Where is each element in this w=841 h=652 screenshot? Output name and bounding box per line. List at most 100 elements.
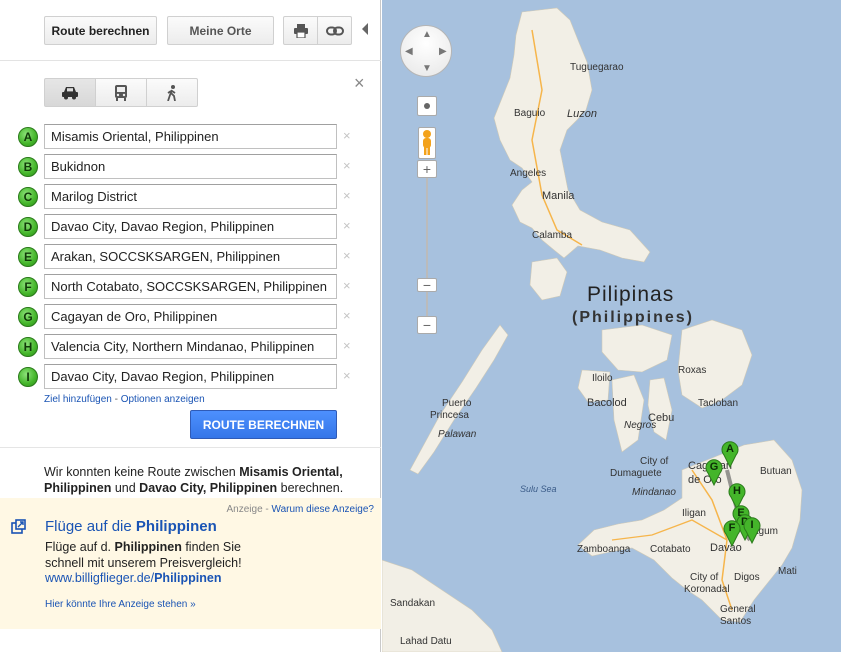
- waypoint-row: A×: [18, 124, 358, 150]
- travel-mode-selector: [44, 78, 198, 107]
- print-button[interactable]: [283, 16, 318, 45]
- ad-separator: -: [262, 504, 272, 515]
- route-button[interactable]: Route berechnen: [44, 16, 157, 45]
- waypoint-marker-icon[interactable]: B: [18, 157, 38, 177]
- waypoint-marker-icon[interactable]: A: [18, 127, 38, 147]
- map-place-label: Lahad Datu: [400, 636, 452, 647]
- map-place-label: Dumaguete: [610, 468, 662, 479]
- waypoint-input[interactable]: [44, 304, 337, 329]
- transit-icon: [115, 84, 127, 101]
- map-place-label: Bacolod: [587, 397, 627, 409]
- collapse-panel-icon[interactable]: [362, 23, 368, 35]
- add-destination-link[interactable]: Ziel hinzufügen: [44, 394, 112, 405]
- ad-url-link[interactable]: www.billigflieger.de/Philippinen: [45, 571, 221, 585]
- dot-icon: [424, 103, 430, 109]
- waypoint-input[interactable]: [44, 244, 337, 269]
- map-place-label: Calamba: [532, 230, 573, 241]
- printer-icon: [293, 23, 308, 38]
- error-text-1: Wir konnten keine Route zwischen: [44, 465, 240, 479]
- external-link-icon[interactable]: [11, 519, 26, 534]
- map-place-label: Cotabato: [650, 544, 691, 555]
- zoom-slider-handle[interactable]: −: [417, 277, 437, 293]
- street-view-pegman[interactable]: [418, 127, 436, 159]
- remove-waypoint-icon[interactable]: ×: [343, 188, 351, 203]
- links-separator: -: [111, 394, 121, 405]
- pegman-icon: [423, 130, 431, 155]
- ad-description: Flüge auf d. Philippinen finden Sie schn…: [45, 539, 275, 571]
- map-place-label: Butuan: [760, 466, 792, 477]
- directions-links: Ziel hinzufügen - Optionen anzeigen: [44, 394, 205, 405]
- reset-view-button[interactable]: [417, 96, 437, 116]
- route-pin-marker[interactable]: F: [723, 520, 741, 547]
- zoom-out-button[interactable]: −: [417, 316, 437, 334]
- waypoint-input[interactable]: [44, 364, 337, 389]
- show-options-link[interactable]: Optionen anzeigen: [121, 394, 205, 405]
- waypoint-marker-icon[interactable]: F: [18, 277, 38, 297]
- route-pin-marker[interactable]: A: [721, 441, 739, 468]
- ad-url-bold: Philippinen: [154, 571, 222, 585]
- close-directions-icon[interactable]: ×: [354, 74, 365, 92]
- ad-header: Anzeige - Warum diese Anzeige?: [227, 504, 375, 515]
- why-this-ad-link[interactable]: Warum diese Anzeige?: [272, 504, 374, 515]
- zoom-slider-track[interactable]: [426, 175, 428, 333]
- pan-up-icon[interactable]: ▲: [422, 29, 432, 40]
- pan-down-icon[interactable]: ▼: [422, 63, 432, 74]
- route-pin-marker[interactable]: G: [705, 459, 723, 486]
- remove-waypoint-icon[interactable]: ×: [343, 218, 351, 233]
- waypoint-input[interactable]: [44, 124, 337, 149]
- waypoint-marker-icon[interactable]: G: [18, 307, 38, 327]
- map-place-label: Sandakan: [390, 598, 436, 609]
- pin-letter: A: [726, 443, 734, 455]
- zoom-in-button[interactable]: +: [417, 160, 437, 178]
- waypoint-marker-icon[interactable]: H: [18, 337, 38, 357]
- map-canvas[interactable]: Tuguegarao Baguio Luzon Angeles Manila Calamb…: [382, 0, 841, 652]
- remove-waypoint-icon[interactable]: ×: [343, 128, 351, 143]
- pan-left-icon[interactable]: ◀: [405, 46, 413, 57]
- waypoint-input[interactable]: [44, 334, 337, 359]
- link-button[interactable]: [317, 16, 352, 45]
- waypoint-input[interactable]: [44, 184, 337, 209]
- map-place-label: Koronadal: [684, 584, 730, 595]
- remove-waypoint-icon[interactable]: ×: [343, 278, 351, 293]
- ad-text-prefix: Flüge auf d.: [45, 540, 115, 554]
- calculate-route-button[interactable]: ROUTE BERECHNEN: [190, 410, 337, 439]
- my-places-button[interactable]: Meine Orte: [167, 16, 274, 45]
- waypoint-input[interactable]: [44, 154, 337, 179]
- mode-transit[interactable]: [95, 78, 147, 107]
- waypoint-input[interactable]: [44, 214, 337, 239]
- waypoint-marker-icon[interactable]: D: [18, 217, 38, 237]
- waypoint-marker-icon[interactable]: I: [18, 367, 38, 387]
- link-icon: [325, 26, 344, 35]
- map-place-label: Iligan: [682, 508, 706, 519]
- map-place-label: Santos: [720, 616, 752, 627]
- waypoint-input[interactable]: [44, 274, 337, 299]
- map-place-label: Palawan: [438, 429, 477, 440]
- ad-label: Anzeige: [226, 504, 263, 515]
- remove-waypoint-icon[interactable]: ×: [343, 308, 351, 323]
- pin-letter: I: [750, 519, 754, 531]
- ad-text-bold: Philippinen: [114, 540, 182, 554]
- pan-right-icon[interactable]: ▶: [439, 46, 447, 57]
- error-text-2: und: [111, 481, 140, 495]
- map-place-label: Tuguegarao: [570, 62, 624, 73]
- mode-car[interactable]: [44, 78, 96, 107]
- ad-title-link[interactable]: Flüge auf die Philippinen: [45, 518, 217, 535]
- sponsored-ad: Anzeige - Warum diese Anzeige? Flüge auf…: [0, 498, 381, 629]
- remove-waypoint-icon[interactable]: ×: [343, 248, 351, 263]
- map-place-label: Mati: [778, 566, 797, 577]
- remove-waypoint-icon[interactable]: ×: [343, 338, 351, 353]
- pan-control[interactable]: ▲ ▼ ◀ ▶: [400, 25, 452, 77]
- mode-walking[interactable]: [146, 78, 198, 107]
- route-pin-marker[interactable]: I: [743, 517, 761, 544]
- remove-waypoint-icon[interactable]: ×: [343, 368, 351, 383]
- own-ad-link[interactable]: Hier könnte Ihre Anzeige stehen »: [45, 599, 196, 610]
- waypoint-marker-icon[interactable]: E: [18, 247, 38, 267]
- waypoint-row: G×: [18, 304, 358, 330]
- route-error-message: Wir konnten keine Route zwischen Misamis…: [44, 464, 369, 496]
- error-text-3: berechnen.: [277, 481, 344, 495]
- map-place-label: City of: [640, 456, 669, 467]
- map-place-label: Sulu Sea: [520, 484, 557, 494]
- remove-waypoint-icon[interactable]: ×: [343, 158, 351, 173]
- map-place-label: City of: [690, 572, 719, 583]
- waypoint-marker-icon[interactable]: C: [18, 187, 38, 207]
